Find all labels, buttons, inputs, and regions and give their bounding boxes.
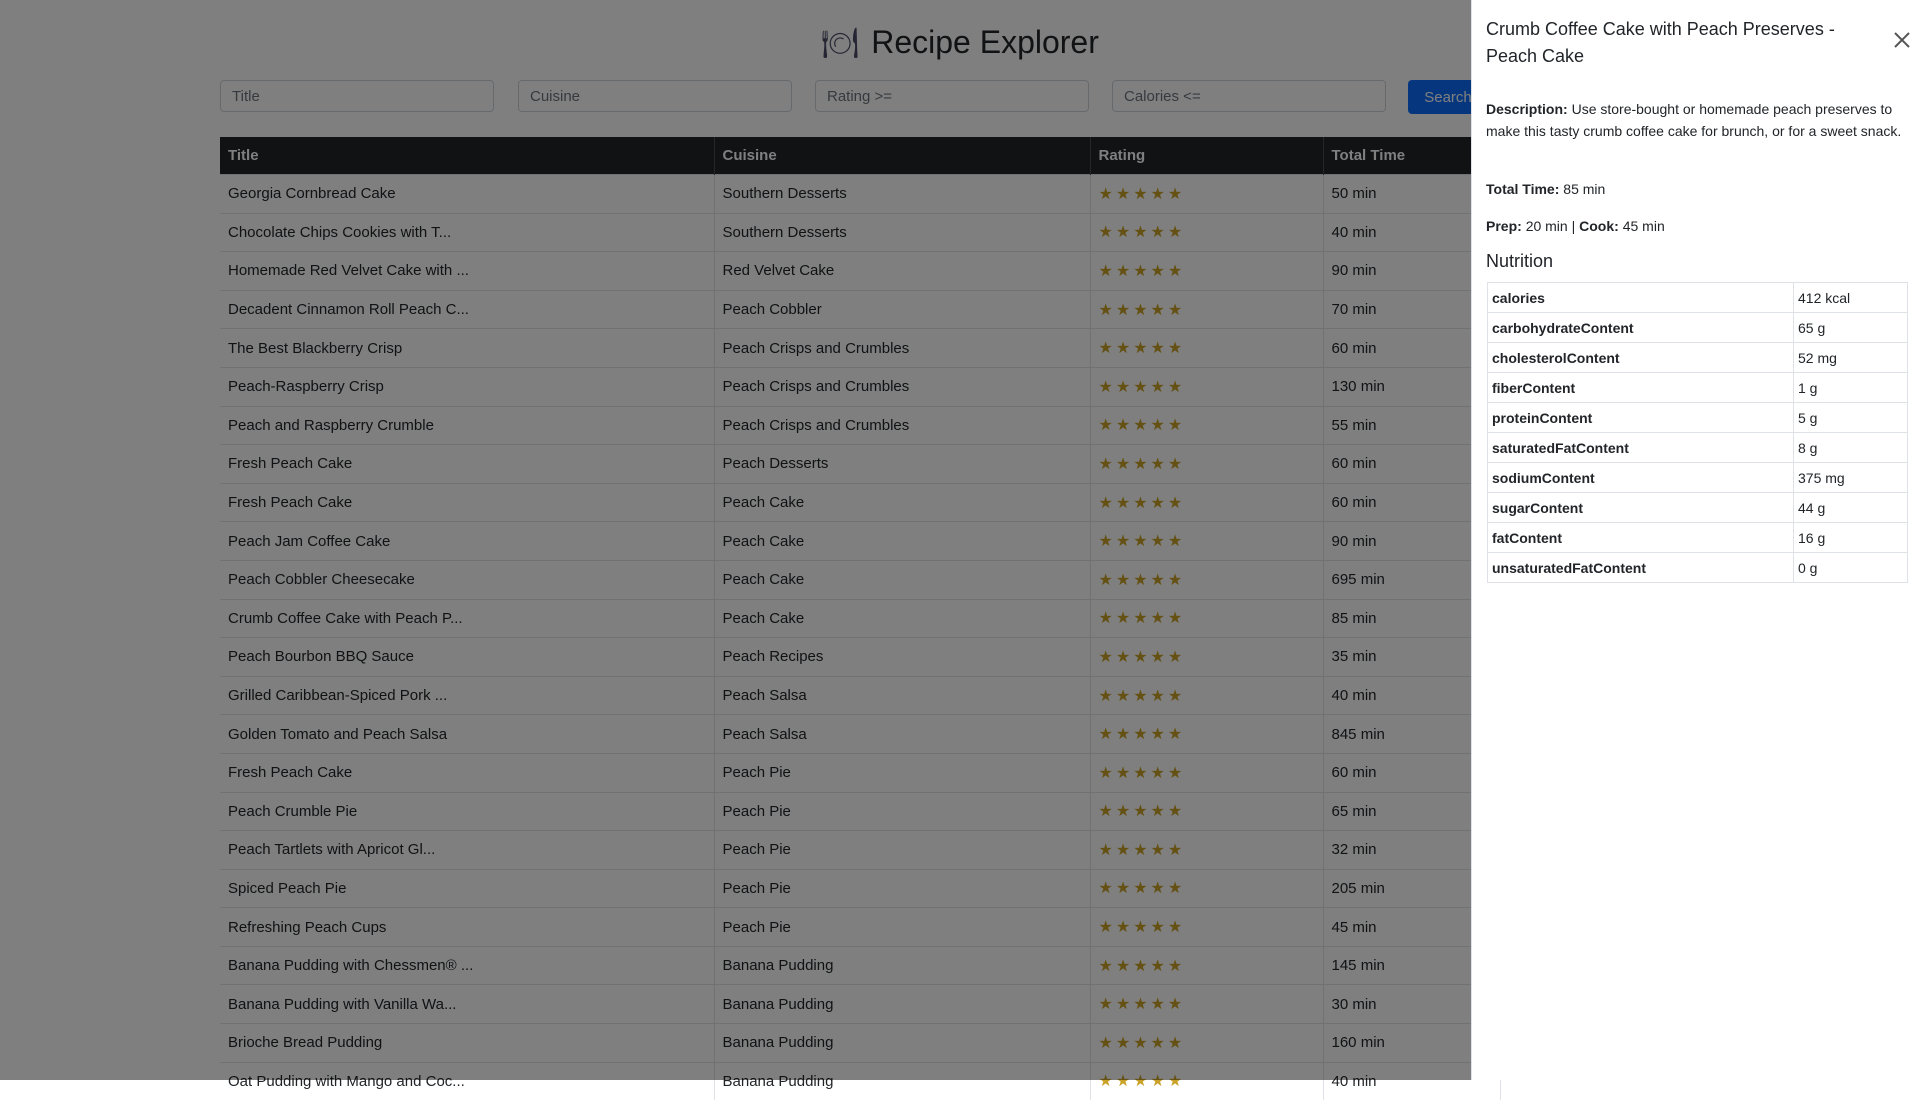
nutrition-key: carbohydrateContent [1488, 313, 1794, 343]
nutrition-key: proteinContent [1488, 403, 1794, 433]
prep-label: Prep: [1486, 218, 1522, 234]
prep-value: 20 min [1526, 218, 1568, 234]
nutrition-value: 16 g [1794, 523, 1908, 553]
cook-label: Cook: [1579, 218, 1619, 234]
close-icon [1888, 26, 1916, 54]
nutrition-key: calories [1488, 283, 1794, 313]
nutrition-value: 65 g [1794, 313, 1908, 343]
description-label: Description: [1486, 101, 1568, 117]
nutrition-heading: Nutrition [1486, 251, 1553, 272]
prep-cook-separator: | [1572, 218, 1576, 234]
nutrition-value: 0 g [1794, 553, 1908, 583]
nutrition-row: proteinContent5 g [1488, 403, 1908, 433]
nutrition-row: fatContent16 g [1488, 523, 1908, 553]
nutrition-row: fiberContent1 g [1488, 373, 1908, 403]
nutrition-key: fiberContent [1488, 373, 1794, 403]
nutrition-row: saturatedFatContent8 g [1488, 433, 1908, 463]
nutrition-key: saturatedFatContent [1488, 433, 1794, 463]
nutrition-value: 5 g [1794, 403, 1908, 433]
nutrition-key: unsaturatedFatContent [1488, 553, 1794, 583]
nutrition-value: 8 g [1794, 433, 1908, 463]
nutrition-table-body: calories412 kcalcarbohydrateContent65 gc… [1488, 283, 1908, 583]
nutrition-row: carbohydrateContent65 g [1488, 313, 1908, 343]
nutrition-value: 412 kcal [1794, 283, 1908, 313]
nutrition-key: sugarContent [1488, 493, 1794, 523]
nutrition-row: calories412 kcal [1488, 283, 1908, 313]
nutrition-row: sodiumContent375 mg [1488, 463, 1908, 493]
nutrition-value: 44 g [1794, 493, 1908, 523]
nutrition-value: 375 mg [1794, 463, 1908, 493]
detail-prep-cook: Prep: 20 min | Cook: 45 min [1486, 215, 1906, 237]
detail-title: Crumb Coffee Cake with Peach Preserves -… [1486, 16, 1866, 70]
cook-value: 45 min [1623, 218, 1665, 234]
recipe-detail-panel: Crumb Coffee Cake with Peach Preserves -… [1471, 0, 1920, 1080]
nutrition-value: 1 g [1794, 373, 1908, 403]
nutrition-key: fatContent [1488, 523, 1794, 553]
nutrition-value: 52 mg [1794, 343, 1908, 373]
total-time-label: Total Time: [1486, 181, 1559, 197]
total-time-value: 85 min [1563, 181, 1605, 197]
nutrition-row: sugarContent44 g [1488, 493, 1908, 523]
nutrition-key: sodiumContent [1488, 463, 1794, 493]
nutrition-row: cholesterolContent52 mg [1488, 343, 1908, 373]
detail-description: Description: Use store-bought or homemad… [1486, 98, 1906, 142]
detail-total-time: Total Time: 85 min [1486, 178, 1906, 200]
nutrition-row: unsaturatedFatContent0 g [1488, 553, 1908, 583]
nutrition-key: cholesterolContent [1488, 343, 1794, 373]
nutrition-table: calories412 kcalcarbohydrateContent65 gc… [1487, 282, 1908, 583]
close-button[interactable] [1888, 26, 1916, 54]
